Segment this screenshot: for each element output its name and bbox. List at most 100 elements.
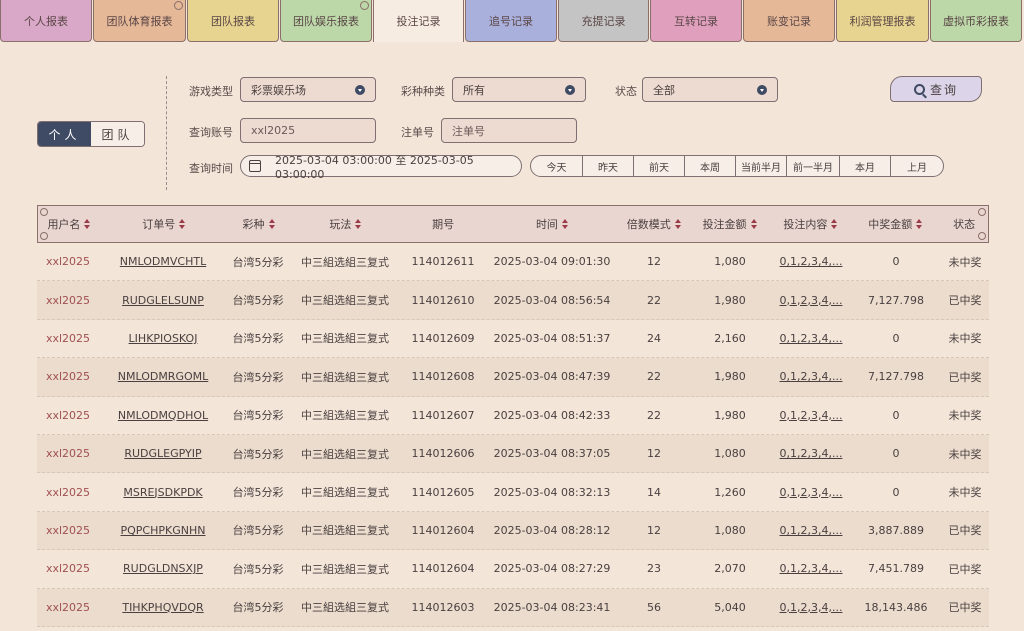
quick-range-button[interactable]: 今天 xyxy=(531,156,583,176)
scope-toggle[interactable]: 个人 团队 xyxy=(37,121,145,147)
tab-label: 追号记录 xyxy=(489,14,533,28)
table-row: xxl2025 RUDGLEGPYIP 台湾5分彩 中三組选組三复式 114012606… xyxy=(37,434,989,474)
cell-bet-content[interactable]: 0,1,2,3,4,... xyxy=(771,358,851,395)
cell-order-number[interactable]: LIHKPIOSKOJ xyxy=(99,320,227,357)
game-type-select[interactable]: 彩票娱乐场 xyxy=(240,77,376,102)
chevron-down-icon xyxy=(565,85,575,95)
cell-time: 2025-03-04 08:56:54 xyxy=(493,293,611,307)
order-number-input[interactable]: 注单号 xyxy=(441,118,577,143)
date-range-input[interactable]: 2025-03-04 03:00:00 至 2025-03-05 03:00:0… xyxy=(240,154,522,181)
cell-order-number[interactable]: MSREJSDKPDK xyxy=(99,473,227,510)
cell-bet-content[interactable]: 0,1,2,3,4,... xyxy=(771,397,851,434)
header-label: 中奖金额 xyxy=(868,218,913,231)
header-win-amount[interactable]: 中奖金额 xyxy=(850,206,940,242)
quick-range-button[interactable]: 前一半月 xyxy=(787,156,840,176)
cell-username: xxl2025 xyxy=(45,331,91,345)
sort-icon[interactable] xyxy=(179,219,186,229)
header-play-method[interactable]: 玩法 xyxy=(289,206,401,242)
table-row: xxl2025 NMLODMRGOML 台湾5分彩 中三組选組三复式 114012608… xyxy=(37,358,989,397)
cell-multiplier: 24 xyxy=(647,331,661,345)
tab-0[interactable]: 个人报表 xyxy=(0,0,92,42)
lottery-type-label: 彩种种类 xyxy=(401,85,445,98)
lottery-type-value: 所有 xyxy=(463,83,485,97)
tab-7[interactable]: 互转记录 xyxy=(650,0,742,42)
cell-lottery: 台湾5分彩 xyxy=(232,332,284,346)
tab-2[interactable]: 团队报表 xyxy=(187,0,279,42)
tab-9[interactable]: 利润管理报表 xyxy=(836,0,929,42)
cell-bet-content[interactable]: 0,1,2,3,4,... xyxy=(771,281,851,318)
tab-6[interactable]: 充提记录 xyxy=(558,0,649,42)
cell-bet-amount: 1,980 xyxy=(714,370,746,384)
cell-bet-content[interactable]: 0,1,2,3,4,... xyxy=(771,320,851,357)
header-bet-amount[interactable]: 投注金额 xyxy=(689,206,771,242)
tab-5[interactable]: 追号记录 xyxy=(465,0,557,42)
sort-icon[interactable] xyxy=(916,219,923,229)
cell-multiplier: 14 xyxy=(647,485,661,499)
cell-issue-number: 114012607 xyxy=(411,408,475,422)
cell-lottery: 台湾5分彩 xyxy=(232,486,284,500)
cell-bet-content[interactable]: 0,1,2,3,4,... xyxy=(771,435,851,472)
cell-multiplier: 22 xyxy=(647,370,661,384)
cell-bet-amount: 1,980 xyxy=(714,293,746,307)
tab-1[interactable]: 团队体育报表 xyxy=(93,0,186,42)
table-row: xxl2025 TIHKPHQVDQR 台湾5分彩 中三組选組三复式 114012603… xyxy=(37,588,989,627)
header-order-number[interactable]: 订单号 xyxy=(100,206,228,242)
quick-range-button[interactable]: 本月 xyxy=(840,156,891,176)
query-time-label: 查询时间 xyxy=(189,162,233,175)
quick-range-button[interactable]: 本周 xyxy=(685,156,736,176)
sort-icon[interactable] xyxy=(831,219,838,229)
header-bet-content[interactable]: 投注内容 xyxy=(770,206,850,242)
toggle-team[interactable]: 团队 xyxy=(91,122,144,146)
cell-order-number[interactable]: TIHKPHQVDQR xyxy=(99,589,227,626)
tab-3[interactable]: 团队娱乐报表 xyxy=(280,0,372,42)
quick-range-button[interactable]: 昨天 xyxy=(583,156,634,176)
quick-range-button[interactable]: 前天 xyxy=(634,156,685,176)
account-input[interactable]: xxl2025 xyxy=(240,118,376,143)
cell-order-number[interactable]: RUDGLELSUNP xyxy=(99,281,227,318)
cell-bet-content[interactable]: 0,1,2,3,4,... xyxy=(771,589,851,626)
sort-icon[interactable] xyxy=(750,219,757,229)
query-button[interactable]: 查询 xyxy=(890,76,982,102)
sort-icon[interactable] xyxy=(355,219,362,229)
cell-lottery: 台湾5分彩 xyxy=(232,601,284,615)
header-corner-ornament xyxy=(40,232,48,240)
lottery-type-select[interactable]: 所有 xyxy=(452,77,586,102)
cell-order-number[interactable]: RUDGLDNSXJP xyxy=(99,550,227,587)
status-value: 全部 xyxy=(653,83,675,97)
tab-8[interactable]: 账变记录 xyxy=(743,0,835,42)
table-row: xxl2025 NMLODMQDHOL 台湾5分彩 中三組选組三复式 114012607… xyxy=(37,396,989,435)
cell-win-amount: 7,127.798 xyxy=(868,293,924,307)
header-lottery[interactable]: 彩种 xyxy=(228,206,290,242)
quick-range-button[interactable]: 上月 xyxy=(891,156,943,176)
cell-issue-number: 114012610 xyxy=(411,293,475,307)
cell-order-number[interactable]: PQPCHPKGNHN xyxy=(99,512,227,549)
cell-bet-content[interactable]: 0,1,2,3,4,... xyxy=(771,512,851,549)
header-time[interactable]: 时间 xyxy=(485,206,619,242)
sort-icon[interactable] xyxy=(268,219,275,229)
cell-bet-content[interactable]: 0,1,2,3,4,... xyxy=(771,243,851,280)
tab-4[interactable]: 投注记录 xyxy=(373,0,464,42)
sort-icon[interactable] xyxy=(561,219,568,229)
cell-time: 2025-03-04 08:28:12 xyxy=(493,523,611,537)
sort-icon[interactable] xyxy=(674,219,681,229)
quick-range-button[interactable]: 当前半月 xyxy=(736,156,787,176)
tab-label: 互转记录 xyxy=(674,14,718,28)
table-row: xxl2025 MSREJSDKPDK 台湾5分彩 中三組选組三复式 114012605… xyxy=(37,473,989,512)
header-multiplier[interactable]: 倍数模式 xyxy=(619,206,689,242)
cell-issue-number: 114012611 xyxy=(411,255,475,269)
cell-bet-amount: 1,260 xyxy=(714,485,746,499)
toggle-personal[interactable]: 个人 xyxy=(38,122,91,146)
cell-lottery: 台湾5分彩 xyxy=(232,447,284,461)
status-select[interactable]: 全部 xyxy=(642,77,778,102)
cell-order-number[interactable]: NMLODMQDHOL xyxy=(99,397,227,434)
cell-bet-content[interactable]: 0,1,2,3,4,... xyxy=(771,473,851,510)
cell-order-number[interactable]: NMLODMRGOML xyxy=(99,358,227,395)
cell-order-number[interactable]: RUDGLEGPYIP xyxy=(99,435,227,472)
header-label: 玩法 xyxy=(329,218,352,231)
cell-time: 2025-03-04 08:32:13 xyxy=(493,485,611,499)
cell-lottery: 台湾5分彩 xyxy=(232,370,284,384)
sort-icon[interactable] xyxy=(84,219,91,229)
tab-10[interactable]: 虚拟币彩报表 xyxy=(930,0,1022,42)
cell-order-number[interactable]: NMLODMVCHTL xyxy=(99,243,227,280)
cell-bet-content[interactable]: 0,1,2,3,4,... xyxy=(771,550,851,587)
